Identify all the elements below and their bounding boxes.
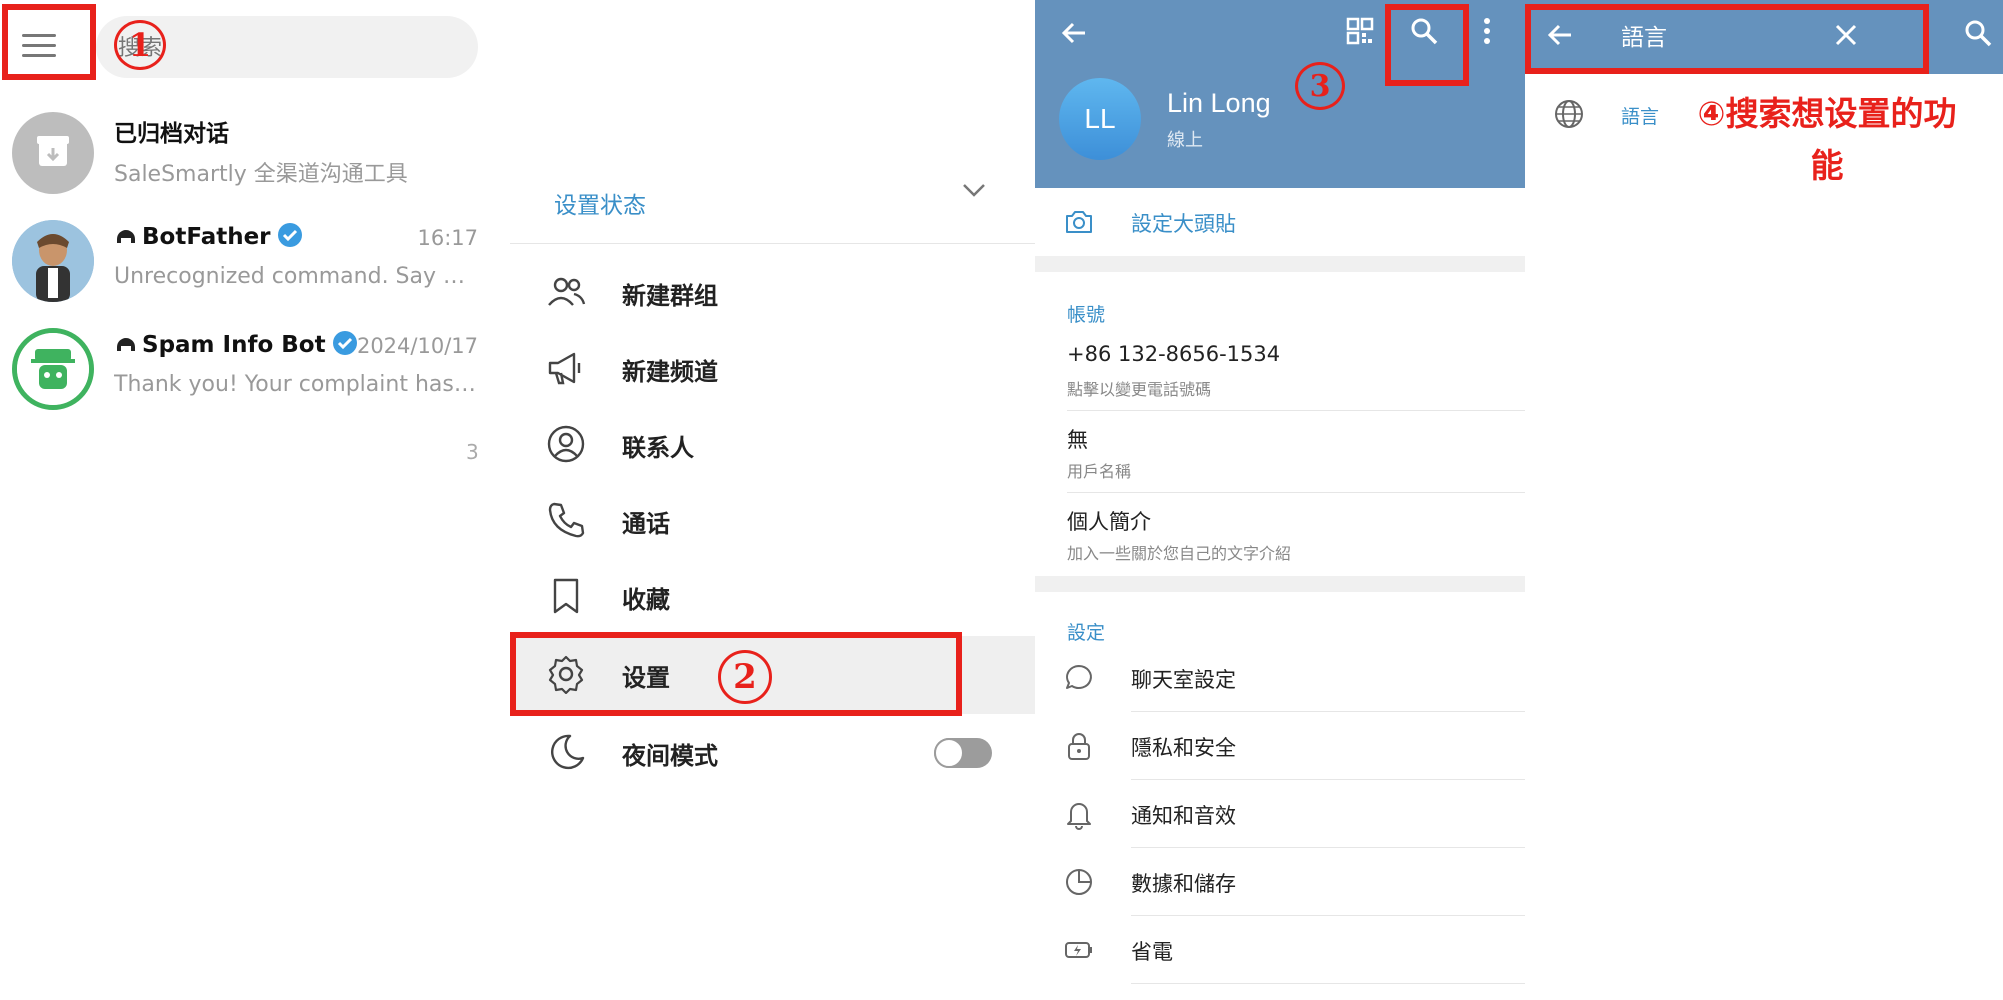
chat-name: BotFather (114, 222, 303, 250)
pie-chart-icon (1066, 869, 1092, 895)
bot-icon (117, 338, 135, 351)
step-marker-4: ④ (1697, 94, 1726, 133)
chat-preview: SaleSmartly 全渠道沟通工具 (114, 162, 408, 187)
chat-name: 已归档对话 (114, 121, 229, 147)
highlight-box-search (1385, 4, 1469, 86)
menu-label: 新建频道 (622, 357, 718, 386)
side-menu-panel: 设置状态 新建群组 新建频道 联系人 通话 收藏 设置 夜间模式 2 (510, 0, 1035, 1000)
menu-item-calls[interactable]: 通话 (510, 482, 1035, 558)
step-marker-3: 3 (1295, 62, 1345, 110)
settings-item-notifications[interactable]: 通知和音效 (1035, 780, 1525, 848)
settings-label: 數據和儲存 (1131, 872, 1236, 896)
menu-item-night-mode[interactable]: 夜间模式 (510, 714, 1035, 790)
moon-icon (551, 734, 585, 770)
highlight-box-menu (2, 4, 96, 80)
contact-icon (547, 425, 585, 463)
camera-add-icon (1066, 211, 1092, 233)
settings-label: 省電 (1131, 940, 1173, 964)
chat-name-text: Spam Info Bot (142, 332, 326, 358)
phone-hint: 點擊以變更電話號碼 (1067, 380, 1212, 399)
set-photo-label: 設定大頭貼 (1131, 212, 1236, 236)
chat-preview: Thank you! Your complaint has b... (114, 372, 480, 397)
search-result-label: 語言 (1621, 106, 1660, 128)
chevron-down-icon[interactable] (960, 176, 988, 204)
menu-label: 新建群组 (622, 281, 718, 310)
divider (510, 243, 1035, 244)
menu-item-saved[interactable]: 收藏 (510, 558, 1035, 634)
profile-name: Lin Long (1167, 88, 1271, 118)
settings-label: 隱私和安全 (1131, 736, 1236, 760)
highlight-box-search-field (1525, 4, 1929, 74)
chat-item-spam-info-bot[interactable]: Spam Info Bot 2024/10/17 Thank you! Your… (0, 316, 480, 424)
settings-label: 通知和音效 (1131, 804, 1236, 828)
group-icon (548, 277, 586, 306)
settings-item-data[interactable]: 數據和儲存 (1035, 848, 1525, 916)
bio-hint: 加入一些關於您自己的文字介紹 (1067, 544, 1292, 563)
section-divider (1035, 256, 1525, 272)
settings-label: 聊天室設定 (1131, 668, 1236, 692)
chat-name-text: BotFather (142, 224, 271, 250)
chat-preview: Unrecognized command. Say wh... (114, 264, 480, 289)
botfather-avatar (12, 220, 94, 302)
menu-label: 夜间模式 (622, 741, 718, 770)
username-hint: 用戶名稱 (1067, 462, 1132, 481)
menu-label: 通话 (622, 509, 670, 538)
back-arrow-icon[interactable] (1059, 18, 1089, 48)
partial-time: 3 (466, 440, 479, 464)
profile-settings-panel: LL Lin Long 線上 3 設定大頭貼 帳號 +86 132-8656-1… (1035, 0, 1525, 1000)
qr-code-icon[interactable] (1345, 16, 1375, 46)
profile-status: 線上 (1167, 130, 1203, 151)
menu-label: 收藏 (622, 585, 670, 614)
verified-badge-icon (332, 331, 357, 355)
settings-item-chat[interactable]: 聊天室設定 (1035, 644, 1525, 712)
settings-item-power-saving[interactable]: 省電 (1035, 916, 1525, 984)
settings-search-panel: 語言 語言 ④搜索想设置的功能 (1525, 0, 2003, 1000)
globe-icon (1555, 100, 1583, 128)
spam-bot-avatar (12, 328, 94, 410)
archive-icon (37, 136, 69, 166)
battery-icon (1065, 942, 1092, 958)
annotation-text: 搜索想设置的功能 (1725, 94, 1957, 185)
bio-value[interactable]: 個人簡介 (1067, 506, 1151, 536)
chat-item-botfather[interactable]: BotFather 16:17 Unrecognized command. Sa… (0, 208, 480, 316)
divider (1067, 410, 1525, 411)
bot-icon (117, 230, 135, 243)
set-profile-photo[interactable]: 設定大頭貼 (1035, 188, 1525, 256)
bell-icon (1067, 803, 1091, 830)
archive-avatar (12, 112, 94, 194)
chat-item-archived[interactable]: 已归档对话 SaleSmartly 全渠道沟通工具 (0, 100, 480, 208)
section-divider (1035, 576, 1525, 592)
night-mode-toggle[interactable] (934, 738, 992, 768)
username-value[interactable]: 無 (1067, 424, 1088, 454)
step-marker-1: 1 (114, 20, 166, 70)
account-section-title: 帳號 (1067, 304, 1106, 326)
menu-item-new-group[interactable]: 新建群组 (510, 254, 1035, 330)
divider (1067, 492, 1525, 493)
step-marker-2: 2 (718, 650, 772, 704)
phone-number[interactable]: +86 132-8656-1534 (1067, 342, 1280, 366)
set-status-link[interactable]: 设置状态 (554, 186, 646, 220)
lock-icon (1068, 733, 1090, 760)
menu-item-contacts[interactable]: 联系人 (510, 406, 1035, 482)
chat-time: 2024/10/17 (356, 334, 478, 358)
menu-label: 联系人 (622, 433, 694, 462)
bookmark-icon (553, 578, 579, 614)
more-vertical-icon[interactable] (1481, 16, 1493, 46)
chat-list-panel: 1 已归档对话 SaleSmartly 全渠道沟通工具 (0, 0, 480, 1000)
step-annotation: ④搜索想设置的功能 (1697, 88, 1957, 192)
menu-item-new-channel[interactable]: 新建频道 (510, 330, 1035, 406)
settings-section-title: 設定 (1067, 622, 1106, 644)
search-icon[interactable] (1963, 18, 1993, 48)
chat-name: Spam Info Bot (114, 330, 358, 358)
chat-bubble-icon (1066, 665, 1092, 689)
chat-time: 16:17 (417, 226, 478, 250)
profile-avatar[interactable]: LL (1059, 78, 1141, 160)
settings-item-privacy[interactable]: 隱私和安全 (1035, 712, 1525, 780)
megaphone-icon (548, 352, 581, 385)
phone-icon (548, 502, 585, 538)
verified-badge-icon (277, 223, 302, 247)
